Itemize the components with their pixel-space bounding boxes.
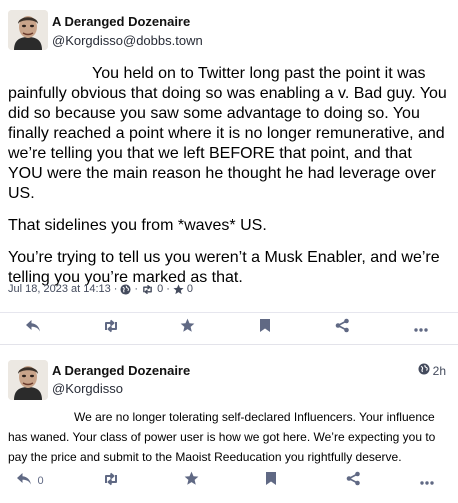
separator-dot: · [134,283,139,295]
boost-icon [102,472,120,491]
separator-dot: · [166,283,170,295]
star-icon [173,283,184,295]
more-button[interactable] [406,313,436,343]
more-button[interactable] [412,466,442,496]
status-meta: Jul 18, 2023 at 14:13 · · 0 · 0 [8,283,193,295]
ellipsis-icon [420,472,434,490]
favourite-button[interactable] [176,466,206,496]
globe-icon [120,283,131,295]
share-button[interactable] [338,466,368,496]
action-bar [0,312,458,342]
boost-count-icon [141,283,154,295]
star-icon [180,318,195,338]
star-icon [184,471,199,491]
status-focused: A Deranged Dozenaire @Korgdisso@dobbs.to… [0,0,458,344]
globe-icon [418,363,433,378]
status-paragraph: You’re trying to tell us you weren’t a M… [8,249,440,286]
avatar[interactable] [8,360,48,400]
status-content: We are no longer tolerating self-declare… [8,410,436,464]
ellipsis-icon [414,319,428,337]
account-handle[interactable]: @Korgdisso [52,381,123,396]
boost-button[interactable] [96,466,126,496]
boost-count[interactable]: 0 [157,283,163,295]
relative-time-text: 2h [432,363,446,378]
status-content: You held on to Twitter long past the poi… [8,64,450,300]
reply-count: 0 [37,475,44,487]
display-name[interactable]: A Deranged Dozenaire [52,14,190,29]
bookmark-icon [259,318,271,338]
reply-button[interactable]: 0 [10,466,50,496]
display-name[interactable]: A Deranged Dozenaire [52,363,190,378]
timestamp-link[interactable]: Jul 18, 2023 at 14:13 [8,283,111,295]
status-reply[interactable]: A Deranged Dozenaire @Korgdisso 2h We ar… [0,344,458,503]
status-paragraph: That sidelines you from *waves* US. [8,217,267,234]
boost-button[interactable] [96,313,126,343]
separator-dot: · [113,283,118,295]
reply-button[interactable] [18,313,48,343]
share-button[interactable] [327,313,357,343]
reply-icon [25,319,41,338]
action-bar: 0 [0,466,458,496]
status-paragraph: You held on to Twitter long past the poi… [8,65,447,202]
relative-time[interactable]: 2h [418,363,446,378]
favourite-button[interactable] [172,313,202,343]
share-icon [335,318,350,338]
share-icon [346,471,361,491]
bookmark-icon [265,471,277,491]
bookmark-button[interactable] [256,466,286,496]
favourite-count[interactable]: 0 [187,283,193,295]
bookmark-button[interactable] [250,313,280,343]
account-handle[interactable]: @Korgdisso@dobbs.town [52,33,203,48]
avatar[interactable] [8,10,48,50]
reply-icon [16,472,32,491]
boost-icon [102,319,120,338]
